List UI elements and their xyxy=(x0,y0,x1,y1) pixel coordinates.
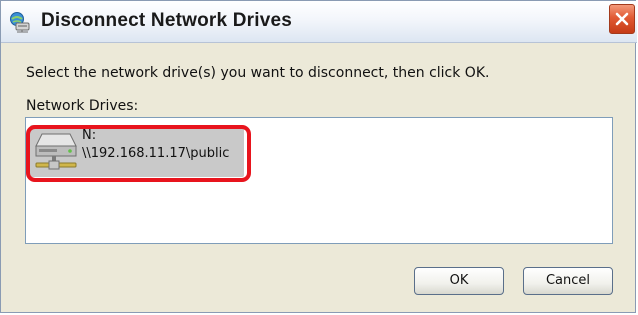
ok-button[interactable]: OK xyxy=(414,267,504,295)
network-drives-list[interactable]: N: \\192.168.11.17\public xyxy=(25,117,613,244)
cancel-button[interactable]: Cancel xyxy=(523,267,613,295)
disconnect-network-drives-dialog: Disconnect Network Drives Select the net… xyxy=(0,0,637,313)
network-drive-icon xyxy=(34,128,80,172)
close-icon xyxy=(615,12,629,26)
close-button[interactable] xyxy=(609,4,635,34)
instructions-text: Select the network drive(s) you want to … xyxy=(26,65,490,81)
network-drives-label: Network Drives: xyxy=(26,98,139,114)
drive-letter: N: xyxy=(82,128,97,143)
network-drive-globe-icon xyxy=(9,11,31,33)
drive-path: \\192.168.11.17\public xyxy=(82,146,230,161)
dialog-title: Disconnect Network Drives xyxy=(41,10,293,31)
drive-item[interactable]: N: \\192.168.11.17\public xyxy=(28,122,250,180)
title-bar[interactable]: Disconnect Network Drives xyxy=(1,1,637,43)
